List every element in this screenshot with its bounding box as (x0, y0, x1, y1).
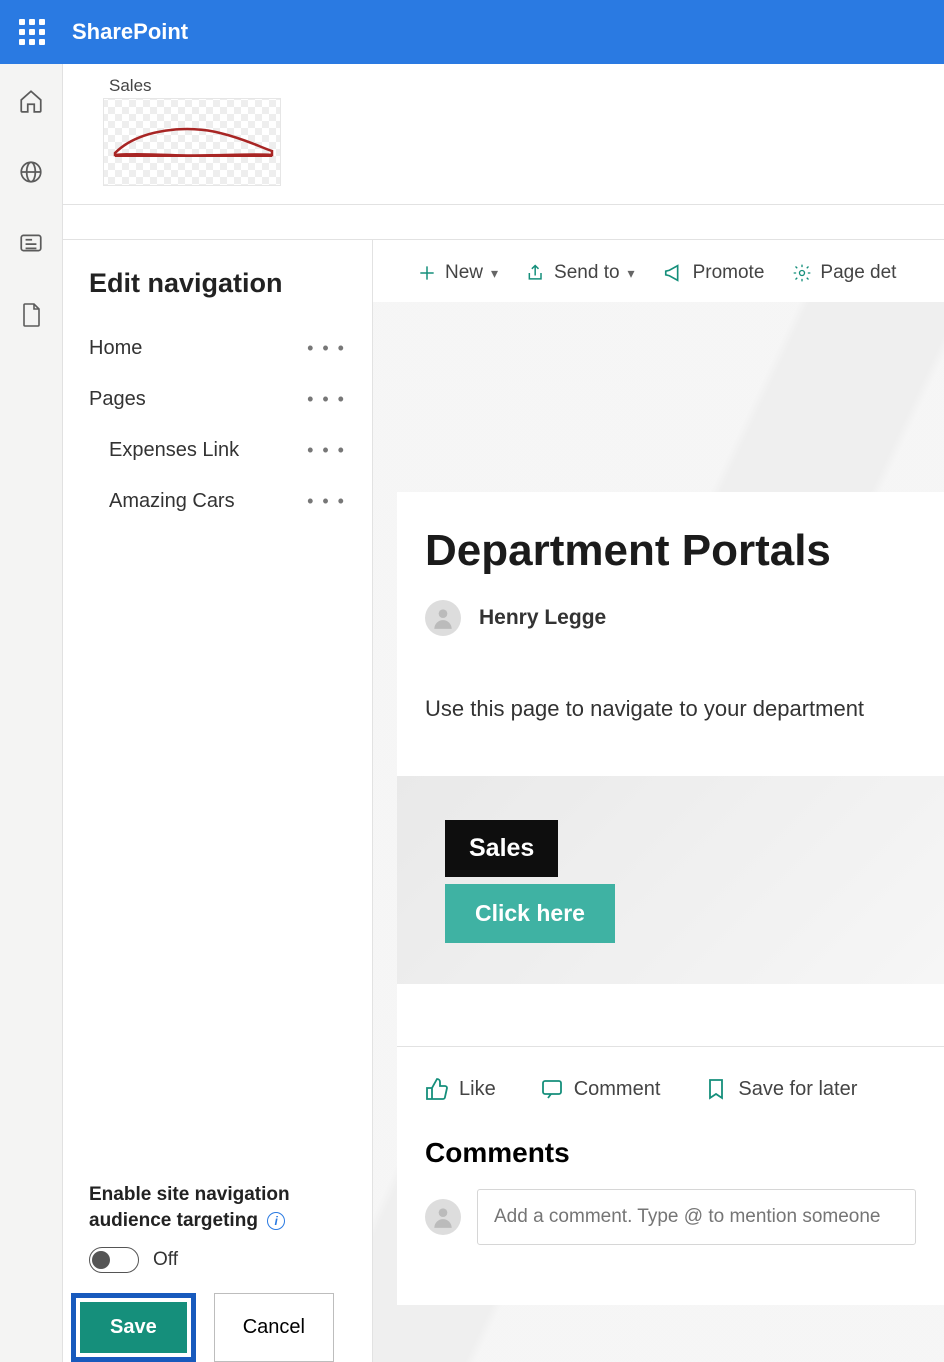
save-button[interactable]: Save (80, 1302, 187, 1353)
divider (397, 1046, 944, 1047)
toggle-knob (92, 1251, 110, 1269)
app-launcher-waffle[interactable] (0, 0, 64, 64)
chevron-down-icon: ▾ (628, 265, 635, 282)
left-rail (0, 64, 63, 1362)
command-bar: New ▾ Send to ▾ Promote Page det (373, 262, 944, 302)
page-description: Use this page to navigate to your depart… (425, 696, 916, 722)
nav-item-pages[interactable]: Pages • • • (63, 374, 372, 425)
new-button[interactable]: New ▾ (417, 262, 498, 284)
promote-button[interactable]: Promote (663, 262, 765, 284)
globe-icon[interactable] (18, 159, 44, 190)
info-icon[interactable]: i (267, 1212, 285, 1230)
page-card: Department Portals Henry Legge Use this … (397, 492, 944, 1305)
avatar[interactable] (425, 600, 461, 636)
site-header: Sales (63, 64, 944, 205)
nav-item-home[interactable]: Home • • • (63, 323, 372, 374)
comment-input[interactable] (477, 1189, 916, 1245)
megaphone-icon (663, 263, 685, 283)
hero-tag: Sales (445, 820, 558, 877)
comments-heading: Comments (425, 1137, 916, 1169)
site-name[interactable]: Sales (109, 76, 904, 96)
site-logo[interactable] (103, 98, 281, 186)
page-details-button[interactable]: Page det (792, 262, 896, 284)
toggle-state: Off (153, 1249, 178, 1271)
nav-item-amazing-cars[interactable]: Amazing Cars • • • (63, 476, 372, 527)
more-icon[interactable]: • • • (307, 338, 346, 359)
comment-button[interactable]: Comment (540, 1077, 661, 1101)
hero-card[interactable]: Sales Click here (397, 776, 944, 984)
save-for-later-button[interactable]: Save for later (704, 1077, 857, 1101)
author-row: Henry Legge (425, 600, 916, 636)
nav-item-label: Amazing Cars (109, 490, 235, 513)
edit-navigation-pane: Edit navigation Home • • • Pages • • • E… (63, 240, 373, 1362)
social-bar: Like Comment Save for later (425, 1077, 916, 1101)
like-button[interactable]: Like (425, 1077, 496, 1101)
gear-icon (792, 263, 812, 283)
main-pane: New ▾ Send to ▾ Promote Page det (373, 240, 944, 1362)
edit-nav-title: Edit navigation (63, 268, 372, 323)
save-label: Save for later (738, 1078, 857, 1101)
send-to-label: Send to (554, 262, 620, 284)
news-icon[interactable] (18, 230, 44, 261)
bookmark-icon (704, 1077, 728, 1101)
plus-icon (417, 263, 437, 283)
hero-click-here-button[interactable]: Click here (445, 884, 615, 943)
chevron-down-icon: ▾ (491, 265, 498, 282)
person-icon (430, 605, 456, 631)
person-icon (430, 1204, 456, 1230)
like-label: Like (459, 1078, 496, 1101)
more-icon[interactable]: • • • (307, 440, 346, 461)
more-icon[interactable]: • • • (307, 491, 346, 512)
nav-item-expenses-link[interactable]: Expenses Link • • • (63, 425, 372, 476)
send-to-button[interactable]: Send to ▾ (526, 262, 635, 284)
page-area: Department Portals Henry Legge Use this … (373, 302, 944, 1362)
avatar (425, 1199, 461, 1235)
more-icon[interactable]: • • • (307, 389, 346, 410)
suite-bar: SharePoint (0, 0, 944, 64)
nav-item-label: Home (89, 337, 142, 360)
author-name[interactable]: Henry Legge (479, 606, 606, 630)
new-label: New (445, 262, 483, 284)
home-icon[interactable] (18, 88, 44, 119)
cancel-button[interactable]: Cancel (214, 1293, 334, 1362)
waffle-icon (19, 19, 45, 45)
app-name[interactable]: SharePoint (72, 19, 188, 45)
page-title: Department Portals (425, 526, 916, 576)
promote-label: Promote (693, 262, 765, 284)
comment-label: Comment (574, 1078, 661, 1101)
audience-targeting-toggle[interactable] (89, 1247, 139, 1273)
save-button-highlight: Save (71, 1293, 196, 1362)
share-icon (526, 263, 546, 283)
audience-targeting-label: Enable site navigation audience targetin… (89, 1182, 346, 1235)
nav-item-label: Pages (89, 388, 146, 411)
file-icon[interactable] (19, 301, 43, 334)
car-logo-icon (110, 123, 276, 163)
comment-icon (540, 1077, 564, 1101)
page-details-label: Page det (820, 262, 896, 284)
thumbs-up-icon (425, 1077, 449, 1101)
nav-item-label: Expenses Link (109, 439, 239, 462)
